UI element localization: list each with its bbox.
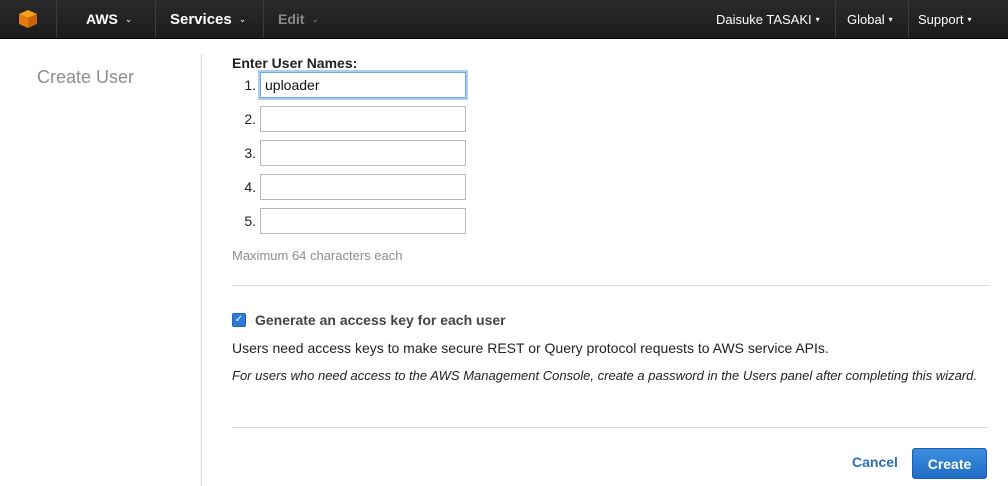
user-name-input-5[interactable] <box>260 208 466 234</box>
user-name-row: 2. <box>232 105 466 133</box>
actions-divider <box>232 427 988 428</box>
top-nav-bar: AWS ⌄ Services ⌄ Edit ⌄ Daisuke TASAKI ▾… <box>0 0 1008 39</box>
user-name-input-4[interactable] <box>260 174 466 200</box>
nav-separator <box>908 0 909 38</box>
edit-menu-label: Edit <box>278 11 305 27</box>
caret-down-icon: ▾ <box>815 14 820 24</box>
cancel-button[interactable]: Cancel <box>852 454 898 470</box>
caret-down-icon: ▾ <box>888 14 893 24</box>
row-number: 4. <box>244 179 256 195</box>
page-title: Create User <box>37 67 135 87</box>
user-name-input-3[interactable] <box>260 140 466 166</box>
edit-menu[interactable]: Edit ⌄ <box>278 0 319 38</box>
aws-menu-label: AWS <box>86 11 118 27</box>
user-name-row: 4. <box>232 173 466 201</box>
aws-logo-button[interactable] <box>0 0 56 38</box>
row-number: 5. <box>244 213 256 229</box>
user-name-row: 1. <box>232 71 466 99</box>
nav-separator <box>56 0 57 38</box>
aws-menu[interactable]: AWS ⌄ <box>86 0 132 38</box>
chevron-down-icon: ⌄ <box>124 13 133 24</box>
user-account-label: Daisuke TASAKI <box>716 11 812 27</box>
services-menu-label: Services <box>170 10 232 28</box>
region-label: Global <box>847 11 885 27</box>
caret-down-icon: ▾ <box>967 14 972 24</box>
chevron-down-icon: ⌄ <box>238 13 247 24</box>
create-button[interactable]: Create <box>912 448 987 479</box>
max-length-hint: Maximum 64 characters each <box>232 248 403 263</box>
support-label: Support <box>918 11 964 27</box>
user-name-row: 5. <box>232 207 466 235</box>
support-menu[interactable]: Support ▾ <box>918 0 972 38</box>
row-number: 2. <box>244 111 256 127</box>
sidebar-divider <box>201 54 202 486</box>
generate-access-key-checkbox[interactable]: ✓ <box>232 313 246 327</box>
access-key-description: Users need access keys to make secure RE… <box>232 340 829 356</box>
user-name-row: 3. <box>232 139 466 167</box>
nav-separator <box>835 0 836 38</box>
chevron-down-icon: ⌄ <box>311 13 319 24</box>
aws-cube-icon <box>19 10 37 28</box>
nav-separator <box>263 0 264 38</box>
generate-access-key-label[interactable]: Generate an access key for each user <box>255 312 506 328</box>
nav-separator <box>155 0 156 38</box>
user-name-input-1[interactable] <box>260 72 466 98</box>
user-name-input-2[interactable] <box>260 106 466 132</box>
services-menu[interactable]: Services ⌄ <box>170 0 246 38</box>
access-key-option: ✓ Generate an access key for each user <box>232 312 506 328</box>
user-names-heading: Enter User Names: <box>232 55 358 71</box>
section-divider <box>232 285 990 286</box>
region-menu[interactable]: Global ▾ <box>847 0 893 38</box>
user-account-menu[interactable]: Daisuke TASAKI ▾ <box>716 0 820 38</box>
console-password-note: For users who need access to the AWS Man… <box>232 368 977 383</box>
row-number: 1. <box>244 77 256 93</box>
row-number: 3. <box>244 145 256 161</box>
